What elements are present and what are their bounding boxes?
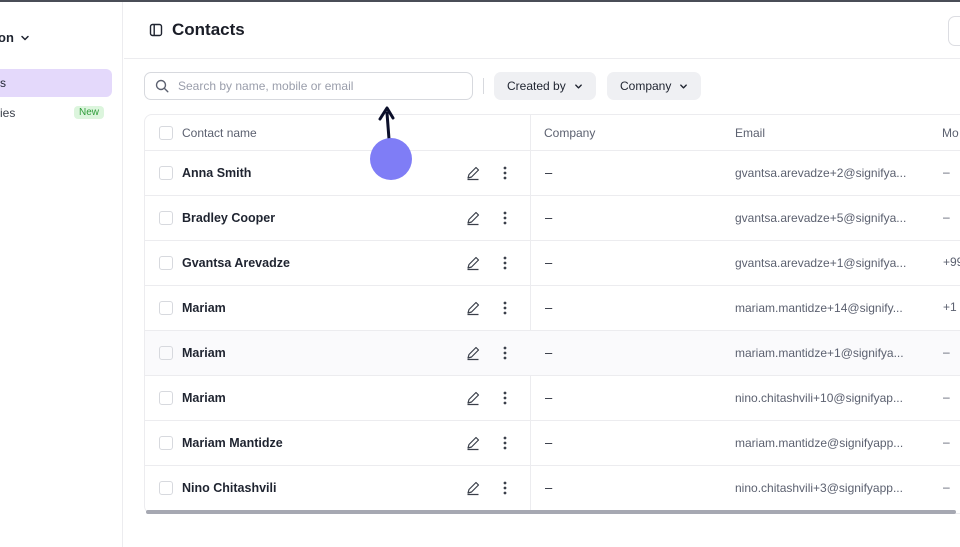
more-vertical-icon[interactable] [498,255,512,271]
contact-name[interactable]: Anna Smith [182,166,251,180]
table-row[interactable]: Gvantsa Arevadze – gvantsa.arevadze+1@si… [145,241,960,286]
email-value: mariam.mantidze+14@signify... [735,301,903,315]
edit-pen-icon[interactable] [465,345,481,361]
mobile-value: +99 [943,255,960,269]
column-header-email[interactable]: Email [735,126,765,140]
more-vertical-icon[interactable] [498,345,512,361]
row-checkbox[interactable] [159,301,173,315]
filter-divider [483,78,484,94]
mobile-value: – [943,165,950,179]
company-value: – [545,210,553,225]
more-vertical-icon[interactable] [498,480,512,496]
row-checkbox[interactable] [159,436,173,450]
row-checkbox[interactable] [159,166,173,180]
table-row[interactable]: Bradley Cooper – gvantsa.arevadze+5@sign… [145,196,960,241]
email-value: gvantsa.arevadze+2@signifya... [735,166,907,180]
more-vertical-icon[interactable] [498,435,512,451]
created-by-filter-button[interactable]: Created by [494,72,596,100]
company-value: – [545,480,553,495]
contact-name[interactable]: Nino Chitashvili [182,481,276,495]
more-vertical-icon[interactable] [498,390,512,406]
edit-pen-icon[interactable] [465,480,481,496]
row-checkbox[interactable] [159,346,173,360]
page-title: Contacts [172,20,245,39]
new-badge: New [73,106,104,119]
column-header-contact-name[interactable]: Contact name [182,126,257,140]
mobile-value: – [943,210,950,224]
horizontal-scrollbar[interactable] [146,510,956,514]
company-filter-label: Company [620,79,672,93]
mobile-value: – [943,390,950,404]
org-label: on [0,30,14,45]
email-value: nino.chitashvili+10@signifyap... [735,391,903,405]
edit-pen-icon[interactable] [465,255,481,271]
company-value: – [545,300,553,315]
row-checkbox[interactable] [159,256,173,270]
email-value: nino.chitashvili+3@signifyapp... [735,481,903,495]
edit-pen-icon[interactable] [465,165,481,181]
table-row[interactable]: Mariam Mantidze – mariam.mantidze@signif… [145,421,960,466]
email-value: mariam.mantidze+1@signifya... [735,346,904,360]
table-row[interactable]: Mariam – mariam.mantidze+14@signify... +… [145,286,960,331]
more-vertical-icon[interactable] [498,300,512,316]
sidebar-panel-icon[interactable] [149,23,163,37]
page-header: Contacts [124,2,960,59]
search-field[interactable] [144,72,473,100]
more-vertical-icon[interactable] [498,165,512,181]
company-value: – [545,435,553,450]
select-all-checkbox[interactable] [159,126,173,140]
sidebar-item-companies[interactable]: ies New [0,99,112,127]
contact-name[interactable]: Bradley Cooper [182,211,275,225]
table-row[interactable]: Mariam – mariam.mantidze+1@signifya... – [145,331,960,376]
mobile-value: – [943,345,950,359]
chevron-down-icon [574,83,582,89]
table-row[interactable]: Anna Smith – gvantsa.arevadze+2@signifya… [145,151,960,196]
contacts-table: Contact name Company Email Mo Anna Smith… [144,114,960,514]
org-switcher[interactable]: on [0,30,30,45]
pointer-arrow-icon [378,106,395,141]
contact-name[interactable]: Mariam [182,301,226,315]
click-indicator [370,138,412,180]
sidebar: on s ies New [0,2,123,547]
contact-name[interactable]: Gvantsa Arevadze [182,256,290,270]
edit-pen-icon[interactable] [465,390,481,406]
email-value: mariam.mantidze@signifyapp... [735,436,904,450]
mobile-value: – [943,435,950,449]
sidebar-item-label: ies [0,106,16,120]
company-value: – [545,255,553,270]
company-value: – [545,165,553,180]
created-by-label: Created by [507,79,566,93]
table-row[interactable]: Nino Chitashvili – nino.chitashvili+3@si… [145,466,960,511]
table-header: Contact name Company Email Mo [145,115,960,151]
mobile-value: +1 [943,300,957,314]
edit-pen-icon[interactable] [465,300,481,316]
search-input[interactable] [178,79,458,93]
column-header-company[interactable]: Company [544,126,595,140]
email-value: gvantsa.arevadze+5@signifya... [735,211,907,225]
table-row[interactable]: Mariam – nino.chitashvili+10@signifyap..… [145,376,960,421]
contact-name[interactable]: Mariam Mantidze [182,436,283,450]
row-checkbox[interactable] [159,481,173,495]
column-header-mobile[interactable]: Mo [942,126,959,140]
company-value: – [545,390,553,405]
contact-name[interactable]: Mariam [182,346,226,360]
company-value: – [545,345,553,360]
contact-name[interactable]: Mariam [182,391,226,405]
header-action-button[interactable] [948,16,960,46]
search-icon [155,79,169,93]
chevron-down-icon [680,83,688,89]
email-value: gvantsa.arevadze+1@signifya... [735,256,907,270]
sidebar-item-label: s [0,76,6,90]
edit-pen-icon[interactable] [465,210,481,226]
chevron-down-icon [21,35,29,40]
mobile-value: – [943,480,950,494]
company-filter-button[interactable]: Company [607,72,702,100]
more-vertical-icon[interactable] [498,210,512,226]
sidebar-item-contacts[interactable]: s [0,69,112,97]
edit-pen-icon[interactable] [465,435,481,451]
row-checkbox[interactable] [159,211,173,225]
row-checkbox[interactable] [159,391,173,405]
